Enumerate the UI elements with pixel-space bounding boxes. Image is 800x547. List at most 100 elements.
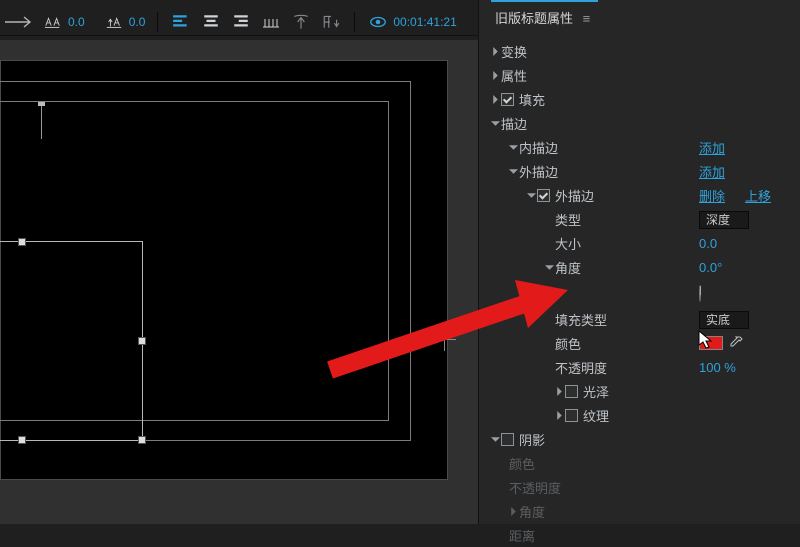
tab-stops-icon[interactable]: [260, 13, 282, 31]
properties-label: 属性: [501, 66, 527, 85]
chevron-down-icon: [509, 164, 519, 179]
size-label: 大小: [555, 234, 581, 253]
move-up-link[interactable]: 上移: [745, 186, 771, 205]
outer-stroke-checkbox[interactable]: [537, 189, 550, 202]
shadow-checkbox[interactable]: [501, 433, 514, 446]
row-inner-stroke[interactable]: 内描边 添加: [491, 135, 800, 159]
section-fill[interactable]: 填充: [491, 87, 800, 111]
row-angle-dial: [491, 279, 800, 307]
row-shadow-opacity: 不透明度: [491, 475, 800, 499]
row-stroke-color: 颜色: [491, 331, 800, 355]
shadow-label: 阴影: [519, 430, 545, 449]
chevron-right-icon: [491, 92, 501, 107]
chevron-right-icon: [509, 504, 519, 519]
transform-label: 变换: [501, 42, 527, 61]
eyedropper-icon[interactable]: [729, 336, 743, 350]
row-outer-stroke-group[interactable]: 外描边 添加: [491, 159, 800, 183]
chevron-down-icon: [491, 116, 501, 131]
chevron-right-icon: [555, 384, 565, 399]
row-fill-type: 填充类型 实底: [491, 307, 800, 331]
row-sheen[interactable]: 光泽: [491, 379, 800, 403]
row-shadow-color: 颜色: [491, 451, 800, 475]
fill-checkbox[interactable]: [501, 93, 514, 106]
resize-handle[interactable]: [18, 436, 26, 444]
fill-type-label: 填充类型: [555, 310, 607, 329]
canvas[interactable]: 静: [0, 60, 448, 480]
row-stroke-opacity: 不透明度 100 %: [491, 355, 800, 379]
chevron-down-icon: [509, 140, 519, 155]
color-label: 颜色: [555, 334, 581, 353]
divider: [354, 12, 355, 32]
stroke-label: 描边: [501, 114, 527, 133]
sheen-label: 光泽: [583, 382, 609, 401]
panel-menu-icon[interactable]: ≡: [583, 11, 591, 26]
chevron-down-icon: [491, 432, 501, 447]
section-transform[interactable]: 变换: [491, 39, 800, 63]
properties-panel: 旧版标题属性 ≡ 变换 属性 填充 描边 内描边 添加: [478, 0, 800, 524]
toolbar: 0.0 0.0 00:01:41:21: [0, 8, 478, 36]
resize-handle[interactable]: [138, 337, 146, 345]
baseline-group: 0.0: [103, 13, 146, 31]
chevron-down-icon: [527, 188, 537, 203]
divider: [157, 12, 158, 32]
panel-title[interactable]: 旧版标题属性 ≡: [491, 0, 598, 33]
title-bounding-box[interactable]: 静: [0, 241, 143, 441]
title-text[interactable]: 静: [0, 252, 42, 382]
canvas-area: 静: [0, 40, 478, 524]
type-label: 类型: [555, 210, 581, 229]
outer-stroke-item-label: 外描边: [555, 186, 594, 205]
row-texture[interactable]: 纹理: [491, 403, 800, 427]
row-shadow-distance: 距离: [491, 523, 800, 547]
stroke-type-select[interactable]: 深度: [699, 211, 749, 229]
para-after-icon[interactable]: [320, 13, 342, 31]
row-shadow-angle: 角度: [491, 499, 800, 523]
stroke-angle-value[interactable]: 0.0°: [699, 260, 722, 275]
section-properties[interactable]: 属性: [491, 63, 800, 87]
outer-stroke-label: 外描边: [519, 162, 558, 181]
timecode-group: 00:01:41:21: [367, 13, 456, 31]
sheen-checkbox[interactable]: [565, 385, 578, 398]
chevron-right-icon: [555, 408, 565, 423]
inner-stroke-label: 内描边: [519, 138, 558, 157]
shadow-angle-label: 角度: [519, 502, 545, 521]
resize-handle[interactable]: [18, 238, 26, 246]
opacity-label: 不透明度: [555, 358, 607, 377]
visibility-icon[interactable]: [367, 13, 389, 31]
color-swatch[interactable]: [699, 336, 723, 350]
row-stroke-angle[interactable]: 角度 0.0°: [491, 255, 800, 279]
texture-label: 纹理: [583, 406, 609, 425]
row-outer-stroke-item[interactable]: 外描边 删除 上移: [491, 183, 800, 207]
stroke-opacity-value[interactable]: 100 %: [699, 360, 736, 375]
texture-checkbox[interactable]: [565, 409, 578, 422]
arrow-tool-icon[interactable]: [4, 13, 34, 31]
fill-type-select[interactable]: 实底: [699, 311, 749, 329]
add-inner-stroke-link[interactable]: 添加: [699, 138, 725, 157]
align-center-icon[interactable]: [200, 13, 222, 31]
section-stroke[interactable]: 描边: [491, 111, 800, 135]
kerning-value[interactable]: 0.0: [68, 15, 85, 29]
chevron-right-icon: [491, 68, 501, 83]
delete-outer-stroke-link[interactable]: 删除: [699, 186, 725, 205]
shadow-distance-label: 距离: [509, 526, 535, 545]
stroke-size-value[interactable]: 0.0: [699, 236, 717, 251]
angle-dial[interactable]: [699, 285, 701, 302]
kerning-group: 0.0: [42, 13, 85, 31]
fill-label: 填充: [519, 90, 545, 109]
timecode-value[interactable]: 00:01:41:21: [393, 15, 456, 29]
baseline-shift-icon[interactable]: [103, 13, 125, 31]
chevron-down-icon: [545, 260, 555, 275]
resize-handle[interactable]: [138, 436, 146, 444]
baseline-value[interactable]: 0.0: [129, 15, 146, 29]
align-right-icon[interactable]: [230, 13, 252, 31]
angle-label: 角度: [555, 258, 581, 277]
va-kerning-icon[interactable]: [42, 13, 64, 31]
panel-title-label: 旧版标题属性: [495, 11, 573, 26]
shadow-color-label: 颜色: [509, 454, 535, 473]
row-stroke-size: 大小 0.0: [491, 231, 800, 255]
para-before-icon[interactable]: [290, 13, 312, 31]
section-shadow[interactable]: 阴影: [491, 427, 800, 451]
row-stroke-type: 类型 深度: [491, 207, 800, 231]
shadow-opacity-label: 不透明度: [509, 478, 561, 497]
align-left-icon[interactable]: [170, 13, 192, 31]
add-outer-stroke-link[interactable]: 添加: [699, 162, 725, 181]
